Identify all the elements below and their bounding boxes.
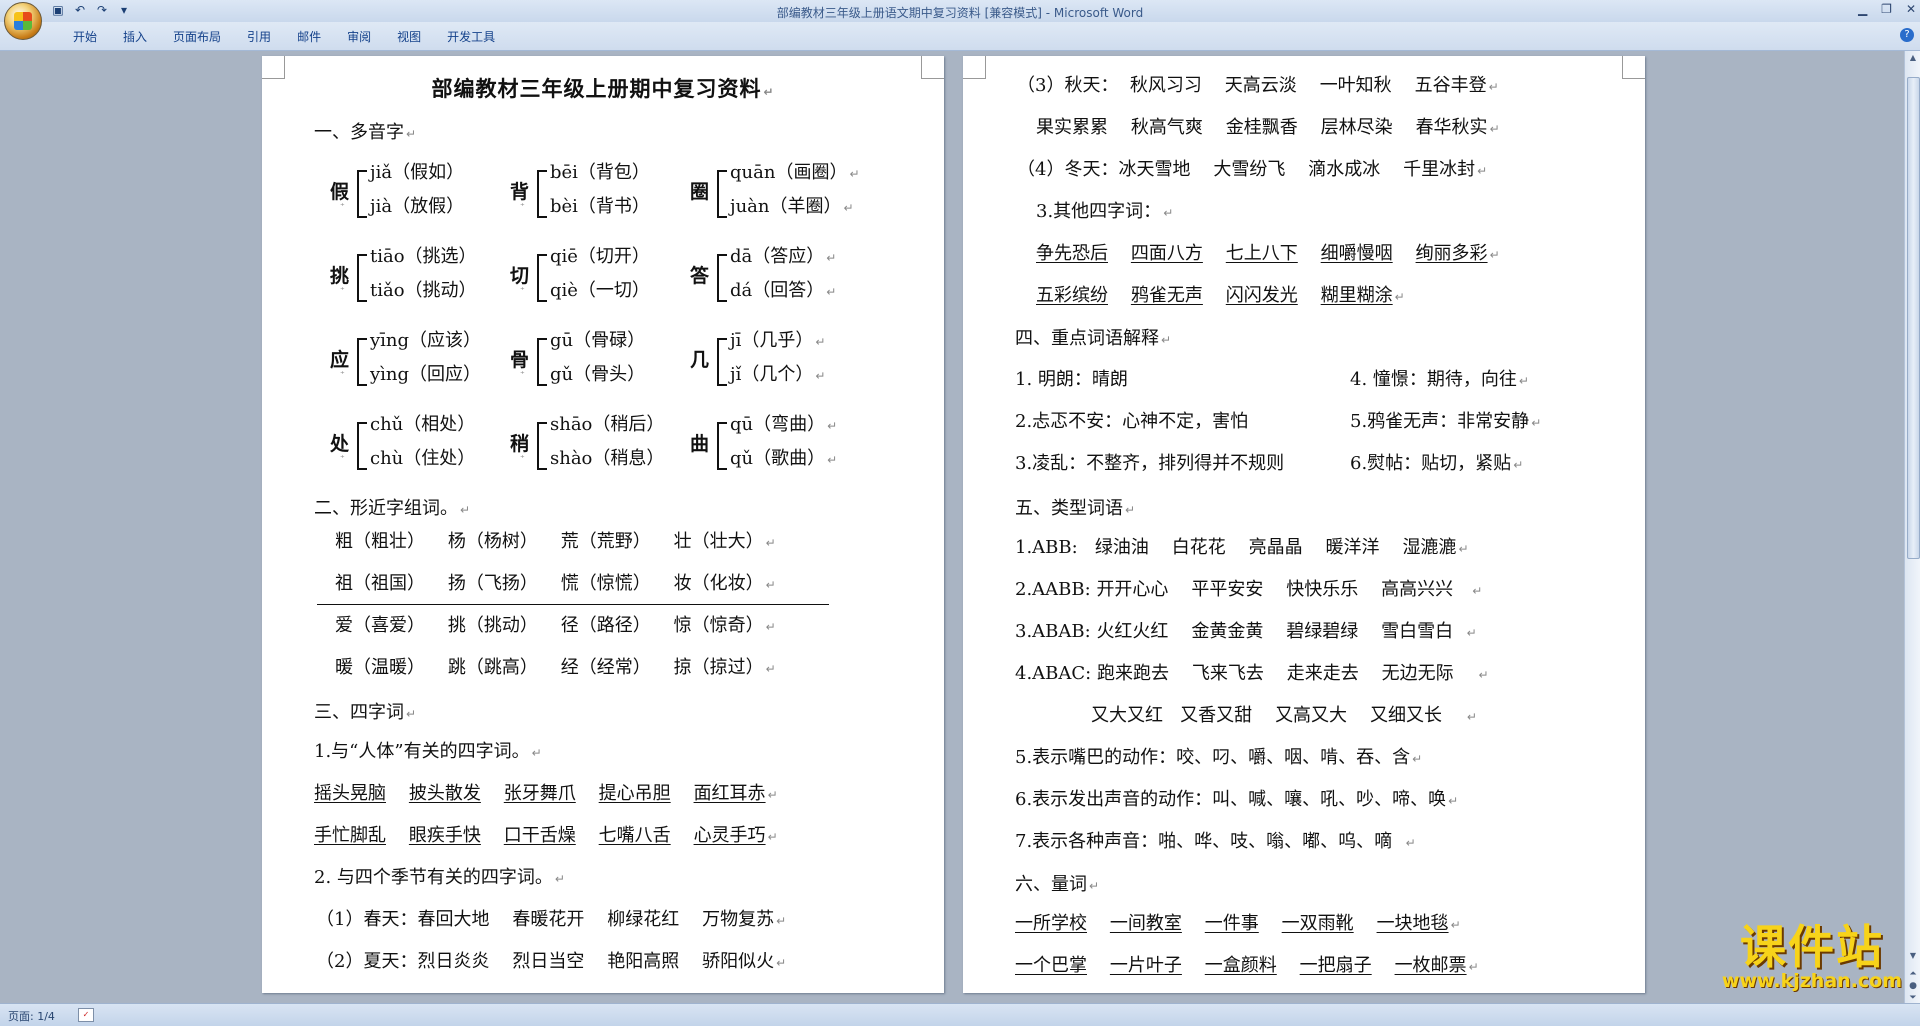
maximize-icon[interactable]: ❐ bbox=[1881, 2, 1892, 16]
tab-developer[interactable]: 开发工具 bbox=[434, 28, 508, 45]
tab-review[interactable]: 审阅 bbox=[334, 28, 384, 45]
season-row: （4）冬天：冰天雪地 大雪纷飞 滴水成冰 千里冰封 ↵ bbox=[1017, 159, 1488, 180]
section-heading-4: 四、重点词语解释 ↵ bbox=[1015, 328, 1172, 349]
title-bar: ▣ ↶ ↷ ▾ 部编教材三年级上册语文期中复习资料 [兼容模式] - Micro… bbox=[0, 0, 1920, 22]
crop-mark bbox=[963, 56, 986, 79]
bracket-icon bbox=[717, 338, 727, 386]
section-heading-3: 三、四字词 ↵ bbox=[314, 702, 417, 723]
type-row: 5.表示嘴巴的动作：咬、叼、嚼、咽、啃、吞、含 ↵ bbox=[1015, 747, 1423, 768]
page-indicator[interactable]: 页面: 1/4 bbox=[8, 1008, 55, 1024]
similar-row: 祖（祖国） 扬（飞扬） 慌（惊慌） 妆（化妆） ↵ bbox=[335, 573, 776, 594]
proofing-icon[interactable]: ✓ bbox=[78, 1008, 94, 1022]
section-heading-5: 五、类型词语 ↵ bbox=[1015, 498, 1136, 519]
bracket-icon bbox=[537, 170, 547, 218]
scroll-thumb[interactable] bbox=[1907, 77, 1920, 559]
similar-row: 粗（粗壮） 杨（杨树） 荒（荒野） 壮（壮大） ↵ bbox=[335, 531, 776, 552]
site-watermark: 课件站 www.kjzhan.com bbox=[1722, 924, 1902, 991]
scroll-down-icon[interactable]: ▼ bbox=[1906, 949, 1920, 963]
watermark-text: 课件站 bbox=[1739, 920, 1884, 974]
bracket-icon bbox=[717, 254, 727, 302]
minimize-icon[interactable]: ▁ bbox=[1858, 2, 1867, 16]
vertical-scrollbar[interactable]: ▲ ▼ ⏶ ● ⏷ bbox=[1904, 51, 1920, 1003]
type-row: 1.ABB: 绿油油 白花花 亮晶晶 暖洋洋 湿漉漉 ↵ bbox=[1015, 537, 1469, 558]
explain-row: 3.凌乱：不整齐，排列得并不规则 bbox=[1015, 453, 1285, 474]
tab-home[interactable]: 开始 bbox=[60, 28, 110, 45]
section-heading-6: 六、量词 ↵ bbox=[1015, 874, 1100, 895]
bracket-icon bbox=[717, 170, 727, 218]
polyphone-item: 答 dā（答应） ↵ dá（回答） ↵ bbox=[690, 246, 837, 302]
type-row: 7.表示各种声音：啪、哗、吱、嗡、嘟、呜、嘀 ↵ bbox=[1015, 831, 1416, 852]
type-row: 2.AABB: 开开心心 平平安安 快快乐乐 高高兴兴 ↵ bbox=[1015, 579, 1483, 600]
bracket-icon bbox=[537, 422, 547, 470]
similar-row: 暖（温暖） 跳（跳高） 经（经常） 掠（掠过） ↵ bbox=[335, 657, 776, 678]
other-words-row: 五彩缤纷 鸦雀无声 闪闪发光 糊里糊涂 ↵ bbox=[1036, 285, 1405, 306]
tab-references[interactable]: 引用 bbox=[234, 28, 284, 45]
bracket-icon bbox=[537, 338, 547, 386]
section-heading-2: 二、形近字组词。 ↵ bbox=[314, 498, 471, 519]
body-words-row: 手忙脚乱 眼疾手快 口干舌燥 七嘴八舌 心灵手巧 ↵ bbox=[314, 825, 778, 846]
subheading: 2. 与四个季节有关的四字词。 ↵ bbox=[314, 867, 565, 888]
window-title: 部编教材三年级上册语文期中复习资料 [兼容模式] - Microsoft Wor… bbox=[776, 6, 1144, 20]
explain-row: 5.鸦雀无声：非常安静 ↵ bbox=[1350, 411, 1542, 432]
previous-page-icon[interactable]: ⏶ bbox=[1906, 969, 1920, 979]
tab-mailings[interactable]: 邮件 bbox=[284, 28, 334, 45]
type-row: 3.ABAB: 火红火红 金黄金黄 碧绿碧绿 雪白雪白 ↵ bbox=[1015, 621, 1477, 642]
document-title: 部编教材三年级上册期中复习资料 ↵ bbox=[431, 76, 775, 101]
bracket-icon bbox=[357, 254, 367, 302]
polyphone-item: 几 jī（几乎） ↵ jǐ（几个） ↵ bbox=[690, 330, 826, 386]
explain-row: 1. 明朗：晴朗 bbox=[1015, 369, 1128, 390]
explain-row: 4. 憧憬：期待，向往 ↵ bbox=[1350, 369, 1529, 390]
ribbon-tabs: 开始 插入 页面布局 引用 邮件 审阅 视图 开发工具 bbox=[60, 28, 508, 45]
season-row: （1）春天：春回大地 春暖花开 柳绿花红 万物复苏 ↵ bbox=[316, 909, 787, 930]
season-row: （2）夏天：烈日炎炎 烈日当空 艳阳高照 骄阳似火 ↵ bbox=[316, 951, 787, 972]
type-row: 又大又红 又香又甜 又高又大 又细又长 ↵ bbox=[1091, 705, 1477, 726]
explain-row: 2.忐忑不安：心神不定，害怕 bbox=[1015, 411, 1249, 432]
select-browse-object-icon[interactable]: ● bbox=[1906, 981, 1920, 991]
section-heading-1: 一、多音字 ↵ bbox=[314, 122, 417, 143]
bracket-icon bbox=[537, 254, 547, 302]
tab-page-layout[interactable]: 页面布局 bbox=[160, 28, 234, 45]
crop-mark bbox=[1622, 56, 1645, 79]
bracket-icon bbox=[357, 170, 367, 218]
subheading: 1.与“人体”有关的四字词。 ↵ bbox=[314, 741, 542, 762]
help-icon[interactable]: ? bbox=[1900, 28, 1914, 42]
close-icon[interactable]: ✕ bbox=[1906, 2, 1916, 16]
subheading: 3.其他四字词： ↵ bbox=[1036, 201, 1174, 222]
type-row: 6.表示发出声音的动作：叫、喊、嚷、吼、吵、啼、唤 ↵ bbox=[1015, 789, 1459, 810]
bracket-icon bbox=[357, 422, 367, 470]
measure-row: 一个巴掌 一片叶子 一盒颜料 一把扇子 一枚邮票 ↵ bbox=[1015, 955, 1479, 976]
window-controls: ▁ ❐ ✕ bbox=[1858, 2, 1916, 16]
horizontal-rule bbox=[317, 604, 829, 605]
type-row: 4.ABAC: 跑来跑去 飞来飞去 走来走去 无边无际 ↵ bbox=[1015, 663, 1489, 684]
bracket-icon bbox=[717, 422, 727, 470]
bracket-icon bbox=[357, 338, 367, 386]
explain-row: 6.熨帖：贴切，紧贴 ↵ bbox=[1350, 453, 1524, 474]
office-button[interactable] bbox=[4, 2, 42, 40]
body-words-row: 摇头晃脑 披头散发 张牙舞爪 提心吊胆 面红耳赤 ↵ bbox=[314, 783, 778, 804]
similar-row: 爱（喜爱） 挑（挑动） 径（路径） 惊（惊奇） ↵ bbox=[335, 615, 776, 636]
tab-insert[interactable]: 插入 bbox=[110, 28, 160, 45]
scroll-up-icon[interactable]: ▲ bbox=[1906, 51, 1920, 65]
polyphone-item: 圈 quān（画圈） ↵ juàn（羊圈） ↵ bbox=[690, 162, 860, 218]
ribbon: 开始 插入 页面布局 引用 邮件 审阅 视图 开发工具 ? bbox=[0, 22, 1920, 51]
watermark-url: www.kjzhan.com bbox=[1721, 970, 1902, 992]
document-page-right[interactable]: （3）秋天： 秋风习习 天高云淡 一叶知秋 五谷丰登 ↵ 果实累累 秋高气爽 金桂… bbox=[963, 56, 1645, 993]
next-page-icon[interactable]: ⏷ bbox=[1906, 993, 1920, 1003]
other-words-row: 争先恐后 四面八方 七上八下 细嚼慢咽 绚丽多彩 ↵ bbox=[1036, 243, 1500, 264]
season-row: 果实累累 秋高气爽 金桂飘香 层林尽染 春华秋实 ↵ bbox=[1036, 117, 1500, 138]
office-logo-icon bbox=[14, 12, 32, 30]
tab-view[interactable]: 视图 bbox=[384, 28, 434, 45]
season-row: （3）秋天： 秋风习习 天高云淡 一叶知秋 五谷丰登 ↵ bbox=[1017, 75, 1499, 96]
document-page-left[interactable]: 部编教材三年级上册期中复习资料 ↵ 一、多音字 ↵ 假 ⁺ jiǎ（假如） jià（放假… bbox=[262, 56, 944, 993]
measure-row: 一所学校 一间教室 一件事 一双雨靴 一块地毯 ↵ bbox=[1015, 913, 1461, 934]
polyphone-item: 曲 qū（弯曲） ↵ qǔ（歌曲） ↵ bbox=[690, 414, 838, 470]
status-bar: 页面: 1/4 ✓ bbox=[0, 1003, 1920, 1026]
